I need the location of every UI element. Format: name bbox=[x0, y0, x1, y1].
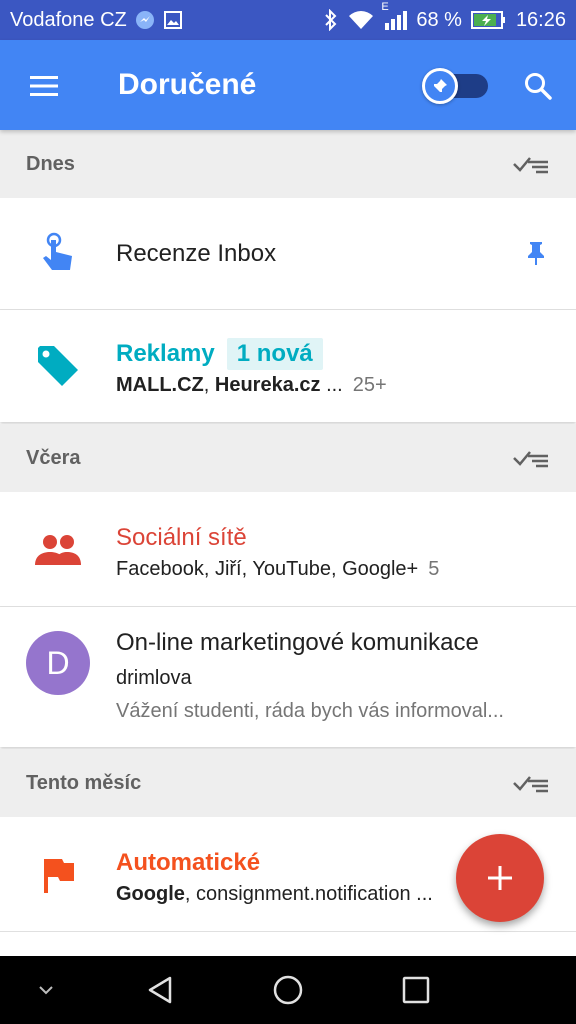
carrier-label: Vodafone CZ bbox=[10, 8, 127, 31]
search-button[interactable] bbox=[520, 68, 556, 104]
row-text: Sociální sítě Facebook, Jiří, YouTube, G… bbox=[116, 524, 546, 581]
wifi-icon bbox=[348, 10, 374, 30]
sender-1: MALL.CZ bbox=[116, 374, 204, 396]
pinned-toggle[interactable] bbox=[422, 68, 488, 104]
home-icon bbox=[273, 975, 303, 1005]
pin-icon bbox=[528, 242, 544, 265]
row-text: Automatické Google, consignment.notifica… bbox=[116, 849, 466, 906]
row-text: Recenze Inbox bbox=[116, 240, 546, 268]
home-button[interactable] bbox=[270, 972, 306, 1008]
battery-charging-icon bbox=[470, 10, 507, 30]
sweep-done-icon bbox=[513, 157, 548, 174]
list-item-recenze-inbox[interactable]: Recenze Inbox bbox=[0, 198, 576, 310]
item-title: Automatické bbox=[116, 849, 261, 876]
menu-button[interactable] bbox=[26, 68, 62, 104]
avatar-letter: D bbox=[26, 631, 90, 695]
item-title: Recenze Inbox bbox=[116, 240, 277, 267]
snippet: Vážení studenti, ráda bych vás informova… bbox=[116, 700, 504, 722]
signal-icon: E bbox=[381, 1, 408, 31]
recents-button[interactable] bbox=[398, 972, 434, 1008]
recents-icon bbox=[402, 976, 430, 1004]
sweep-button[interactable] bbox=[512, 149, 552, 179]
app-bar: Doručené bbox=[0, 40, 576, 130]
new-badge: 1 nová bbox=[226, 338, 323, 370]
avatar: D bbox=[26, 631, 90, 695]
sender-rest: ... bbox=[320, 374, 343, 396]
compose-fab[interactable] bbox=[456, 834, 544, 922]
row-text: Reklamy 1 nová MALL.CZ, Heureka.cz ... 25+ bbox=[116, 338, 546, 397]
flag-icon bbox=[26, 843, 90, 907]
image-icon bbox=[163, 10, 183, 30]
plus-icon bbox=[488, 866, 512, 890]
section-title: Tento měsíc bbox=[26, 771, 142, 794]
item-title: Sociální sítě bbox=[116, 524, 247, 551]
back-button[interactable] bbox=[142, 972, 178, 1008]
status-bar: Vodafone CZ E 68 % 16:26 bbox=[0, 0, 576, 40]
sweep-done-icon bbox=[513, 776, 548, 793]
gesture-tap-icon bbox=[26, 222, 90, 286]
battery-percent: 68 % bbox=[416, 8, 462, 31]
sender: drimlova bbox=[116, 667, 192, 689]
sender-1: Google bbox=[116, 883, 185, 905]
list-item-reklamy[interactable]: Reklamy 1 nová MALL.CZ, Heureka.cz ... 25+ bbox=[0, 310, 576, 422]
item-title: On-line marketingové komunikace bbox=[116, 629, 479, 656]
back-icon bbox=[148, 976, 172, 1004]
message-count: 5 bbox=[428, 558, 440, 580]
sweep-button[interactable] bbox=[512, 768, 552, 798]
list-item-email[interactable]: D On-line marketingové komunikace drimlo… bbox=[0, 607, 576, 747]
senders: Facebook, Jiří, YouTube, Google+ bbox=[116, 558, 419, 580]
system-nav-bar bbox=[0, 956, 576, 1024]
sender-sep: , bbox=[203, 374, 215, 396]
section-header-today: Dnes bbox=[0, 130, 576, 198]
item-title: Reklamy bbox=[116, 340, 215, 367]
sweep-done-icon bbox=[513, 451, 548, 468]
sweep-button[interactable] bbox=[512, 443, 552, 473]
people-icon bbox=[26, 518, 90, 582]
tag-icon bbox=[26, 334, 90, 398]
messenger-icon bbox=[135, 10, 155, 30]
hamburger-menu-icon bbox=[30, 76, 58, 96]
clock: 16:26 bbox=[515, 8, 566, 31]
page-title: Doručené bbox=[118, 68, 257, 101]
row-text: On-line marketingové komunikace drimlova… bbox=[116, 629, 546, 723]
sender-2: Heureka.cz bbox=[214, 374, 321, 396]
list-item-socialni-site[interactable]: Sociální sítě Facebook, Jiří, YouTube, G… bbox=[0, 492, 576, 607]
pin-icon bbox=[422, 68, 458, 104]
chevron-down-icon bbox=[39, 986, 53, 995]
network-type-label: E bbox=[381, 1, 389, 13]
bluetooth-icon bbox=[323, 9, 339, 31]
section-title: Dnes bbox=[26, 152, 75, 175]
section-title: Včera bbox=[26, 446, 81, 469]
sender-rest: , consignment.notification ... bbox=[184, 883, 433, 905]
section-header-yesterday: Včera bbox=[0, 424, 576, 492]
hide-keyboard-button[interactable] bbox=[28, 972, 64, 1008]
section-header-this-month: Tento měsíc bbox=[0, 749, 576, 817]
search-icon bbox=[525, 73, 552, 100]
message-count: 25+ bbox=[352, 374, 387, 396]
